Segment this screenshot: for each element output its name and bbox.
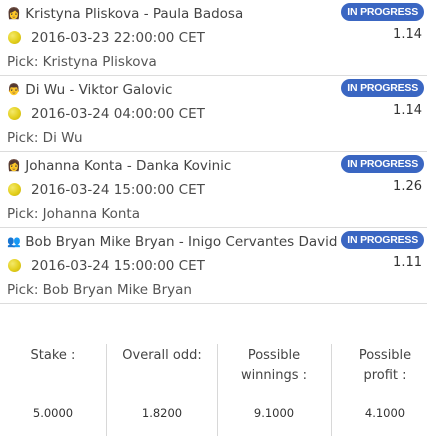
bet-odd: 1.26 (393, 179, 422, 194)
bet-item[interactable]: 👩 Johanna Konta - Danka Kovinic IN PROGR… (0, 152, 427, 228)
status-badge: IN PROGRESS (341, 79, 424, 97)
overall-odd-value: 1.8200 (141, 406, 183, 420)
bet-summary: Stake : 5.0000 Overall odd: 1.8200 Possi… (0, 336, 427, 440)
bet-pick: Pick: Bob Bryan Mike Bryan (7, 282, 192, 298)
bet-item[interactable]: 👥 Bob Bryan Mike Bryan - Inigo Cervantes… (0, 228, 427, 304)
possible-winnings-label: Possible winnings : (240, 348, 308, 383)
doubles-players-icon: 👥 (7, 235, 21, 248)
possible-profit-label: Possible profit : (358, 348, 412, 383)
match-players: Johanna Konta - Danka Kovinic (25, 158, 232, 174)
bet-pick: Pick: Di Wu (7, 130, 83, 146)
match-players: Di Wu - Viktor Galovic (25, 82, 173, 98)
tennis-ball-icon (8, 259, 21, 272)
match-datetime: 2016-03-24 15:00:00 CET (31, 258, 205, 274)
stake-label: Stake : (30, 348, 76, 363)
bet-item[interactable]: 👨 Di Wu - Viktor Galovic IN PROGRESS 201… (0, 76, 427, 152)
status-badge: IN PROGRESS (341, 231, 424, 249)
tennis-ball-icon (8, 107, 21, 120)
divider (217, 344, 218, 436)
match-datetime: 2016-03-24 15:00:00 CET (31, 182, 205, 198)
female-player-icon: 👩 (7, 159, 21, 172)
bet-odd: 1.14 (393, 103, 422, 118)
stake-value: 5.0000 (32, 406, 74, 420)
bet-item[interactable]: 👩 Kristyna Pliskova - Paula Badosa IN PR… (0, 0, 427, 76)
bet-pick: Pick: Kristyna Pliskova (7, 54, 157, 70)
bet-odd: 1.14 (393, 27, 422, 42)
possible-profit-column: Possible profit : 4.1000 (344, 346, 426, 432)
bet-list: 👩 Kristyna Pliskova - Paula Badosa IN PR… (0, 0, 427, 304)
overall-odd-column: Overall odd: 1.8200 (107, 346, 217, 432)
match-players: Bob Bryan Mike Bryan - Inigo Cervantes D… (25, 234, 382, 250)
bet-odd: 1.11 (393, 255, 422, 270)
possible-winnings-column: Possible winnings : 9.1000 (228, 346, 320, 432)
match-players: Kristyna Pliskova - Paula Badosa (25, 6, 244, 22)
possible-profit-value: 4.1000 (364, 406, 406, 420)
female-player-icon: 👩 (7, 7, 21, 20)
match-datetime: 2016-03-23 22:00:00 CET (31, 30, 205, 46)
status-badge: IN PROGRESS (341, 3, 424, 21)
possible-winnings-value: 9.1000 (253, 406, 295, 420)
status-badge: IN PROGRESS (341, 155, 424, 173)
divider (331, 344, 332, 436)
tennis-ball-icon (8, 31, 21, 44)
bet-pick: Pick: Johanna Konta (7, 206, 140, 222)
tennis-ball-icon (8, 183, 21, 196)
overall-odd-label: Overall odd: (122, 348, 202, 363)
stake-column: Stake : 5.0000 (0, 346, 106, 432)
male-player-icon: 👨 (7, 83, 21, 96)
match-datetime: 2016-03-24 04:00:00 CET (31, 106, 205, 122)
